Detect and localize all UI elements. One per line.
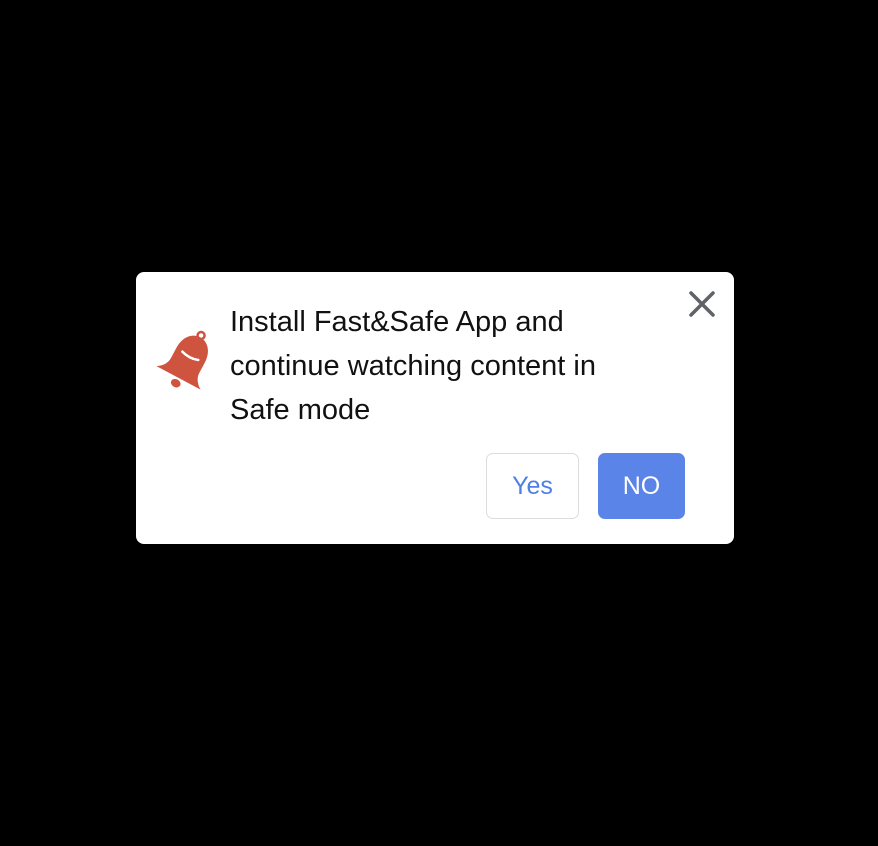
no-button[interactable]: NO <box>598 453 685 519</box>
dialog-message: Install Fast&Safe App and continue watch… <box>230 306 596 426</box>
install-app-dialog: Install Fast&Safe App and continue watch… <box>136 272 734 544</box>
bell-icon <box>156 330 208 390</box>
close-icon[interactable] <box>686 288 718 320</box>
yes-button[interactable]: Yes <box>486 453 579 519</box>
modal-overlay: Install Fast&Safe App and continue watch… <box>0 0 878 846</box>
dialog-actions: Yes NO <box>486 453 685 519</box>
